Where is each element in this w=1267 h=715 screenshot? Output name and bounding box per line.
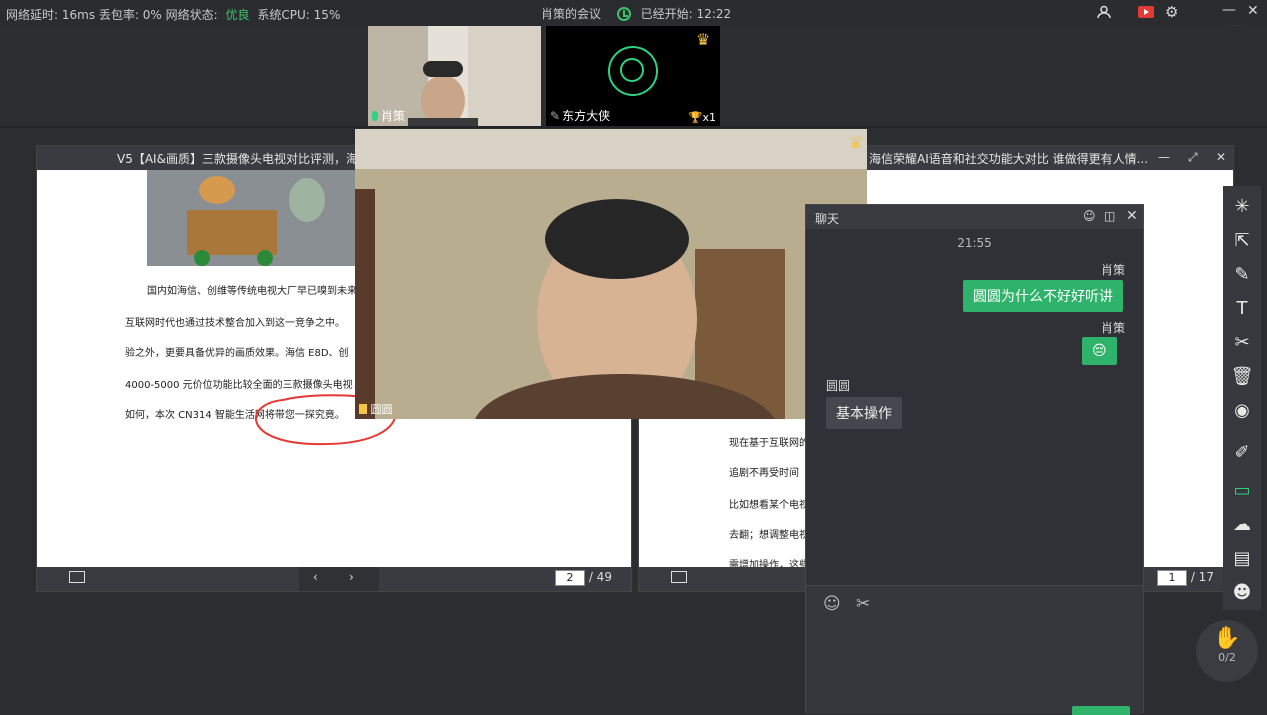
crown-icon: ♛ — [696, 30, 711, 49]
chat-message: 😔 — [1082, 337, 1117, 365]
doc-line: 4000-5000 元价位功能比较全面的三款摄像头电视 — [125, 380, 353, 391]
page-indicator: 1 / 17 — [1157, 570, 1214, 586]
network-stats: 网络延时: 16ms 丢包率: 0% 网络状态: 优良 系统CPU: 15% — [6, 6, 340, 23]
close-icon[interactable]: ✕ — [1247, 3, 1259, 19]
hand-count: 0/2 — [1218, 651, 1236, 664]
chat-message: 圆圆为什么不好好听讲 — [963, 280, 1123, 312]
doc-footer: ‹ › 2 / 49 — [37, 567, 631, 591]
cpu-value: 15% — [313, 8, 341, 22]
send-button[interactable] — [1072, 706, 1130, 715]
select-move-icon[interactable]: ⇱ — [1223, 224, 1261, 258]
screenshot-icon[interactable]: ✂ — [856, 594, 870, 614]
volume-icon — [359, 404, 367, 414]
net-status-value: 优良 — [225, 8, 250, 22]
next-page-button[interactable]: › — [349, 570, 354, 584]
meeting-info: 肖策的会议 已经开始: 12:22 — [541, 5, 731, 22]
broadcast-icon[interactable]: ◉ — [1223, 394, 1261, 428]
message-sender: 肖策 — [1101, 263, 1126, 277]
note-icon[interactable]: ✐ — [1223, 436, 1261, 470]
user-icon[interactable] — [1097, 5, 1111, 23]
doc-line: 互联网时代也通过技术整合加入到这一竞争之中。 — [125, 318, 345, 329]
chat-icon[interactable]: ▭ — [1223, 474, 1261, 508]
trash-icon[interactable]: 🗑 — [1223, 360, 1261, 394]
participant-name: 肖策 — [372, 107, 405, 124]
loss-value: 0% — [142, 8, 162, 22]
raise-hand-button[interactable]: ✋ 0/2 — [1196, 620, 1258, 682]
members-icon[interactable]: ☻ — [1223, 576, 1261, 610]
latency-value: 16ms — [61, 8, 96, 22]
page-input[interactable]: 2 — [555, 570, 585, 586]
camera-lens-icon — [620, 58, 644, 82]
video-tile-xiaoce[interactable]: 肖策 — [368, 26, 541, 126]
thumbnail-view-icon[interactable] — [69, 571, 85, 583]
scissors-icon[interactable]: ✂ — [1223, 326, 1261, 360]
cpu-label: 系统CPU: — [257, 8, 310, 22]
doc-line: 国内如海信、创维等传统电视大厂早已嗅到未来 — [147, 286, 357, 297]
message-sender: 圆圆 — [826, 379, 851, 393]
doc-image — [147, 170, 357, 266]
video-feed — [355, 129, 867, 419]
crown-icon: ♛ — [848, 133, 863, 152]
message-sender: 肖策 — [1101, 321, 1126, 335]
restore-icon[interactable]: ⤢ — [1188, 150, 1198, 165]
chat-panel: 聊天 ☺ ◫ ✕ 21:55 肖策 圆圆为什么不好好听讲 肖策 😔 圆圆 基本操… — [805, 204, 1144, 715]
participant-name: ✎ 东方大侠 — [550, 109, 611, 123]
emoji-settings-icon[interactable]: ☺ — [1083, 209, 1096, 223]
laser-pointer-icon[interactable]: ✳ — [1223, 190, 1261, 224]
doc-line: 比如想看某个电视 — [729, 500, 809, 511]
popout-icon[interactable]: ◫ — [1104, 209, 1115, 223]
latency-label: 网络延时: — [6, 8, 59, 22]
loss-label: 丢包率: — [98, 8, 139, 22]
tool-sidebar: ✳ ⇱ ✎ T ✂ 🗑 ◉ ✐ ▭ ☁ ▤ ☻ — [1223, 186, 1261, 610]
prev-page-button[interactable]: ‹ — [313, 570, 318, 584]
close-icon[interactable]: ✕ — [1126, 208, 1138, 224]
gear-icon[interactable]: ⚙ — [1165, 3, 1178, 21]
emoji-icon[interactable]: ☺ — [823, 594, 841, 614]
toolbox-icon[interactable]: ▤ — [1223, 542, 1261, 576]
clock-icon — [616, 7, 631, 21]
trophy-count: 🏆x1 — [688, 111, 716, 124]
minimize-icon[interactable]: — — [1158, 150, 1170, 164]
meeting-title: 肖策的会议 — [541, 7, 602, 21]
mic-muted-icon: ✎ — [550, 109, 561, 123]
trophy-icon: 🏆 — [688, 111, 703, 124]
page-input[interactable]: 1 — [1157, 570, 1187, 586]
main-video-feed[interactable]: ♛ 圆圆 — [355, 129, 867, 419]
top-status-bar: 网络延时: 16ms 丢包率: 0% 网络状态: 优良 系统CPU: 15% 肖… — [0, 0, 1267, 26]
text-icon[interactable]: T — [1223, 292, 1261, 326]
participant-name: 圆圆 — [359, 401, 393, 417]
chat-composer[interactable]: ☺ ✂ — [806, 585, 1143, 715]
hand-icon: ✋ — [1213, 626, 1241, 651]
mic-icon — [372, 111, 378, 121]
elapsed-label: 已经开始: — [640, 7, 693, 21]
chat-message: 基本操作 — [826, 397, 902, 429]
record-icon[interactable] — [1138, 5, 1154, 23]
doc-line: 现在基于互联网的 — [729, 438, 809, 449]
chat-header: 聊天 ☺ ◫ ✕ — [806, 205, 1143, 229]
net-status-label: 网络状态: — [165, 8, 218, 22]
doc-line: 追剧不再受时间 — [729, 468, 799, 479]
pen-icon[interactable]: ✎ — [1223, 258, 1261, 292]
doc-line: 验之外，更要具备优异的画质效果。海信 E8D、创 — [125, 348, 349, 359]
divider — [0, 126, 1267, 128]
minimize-icon[interactable]: — — [1222, 2, 1236, 18]
chat-timestamp: 21:55 — [957, 236, 992, 250]
page-indicator: 2 / 49 — [555, 570, 612, 586]
doc-line: 去翻；想调整电视 — [729, 530, 809, 541]
thumbnail-view-icon[interactable] — [671, 571, 687, 583]
close-icon[interactable]: ✕ — [1216, 150, 1226, 164]
cloud-icon[interactable]: ☁ — [1223, 508, 1261, 542]
elapsed-value: 12:22 — [696, 7, 732, 21]
chat-title: 聊天 — [815, 212, 840, 226]
